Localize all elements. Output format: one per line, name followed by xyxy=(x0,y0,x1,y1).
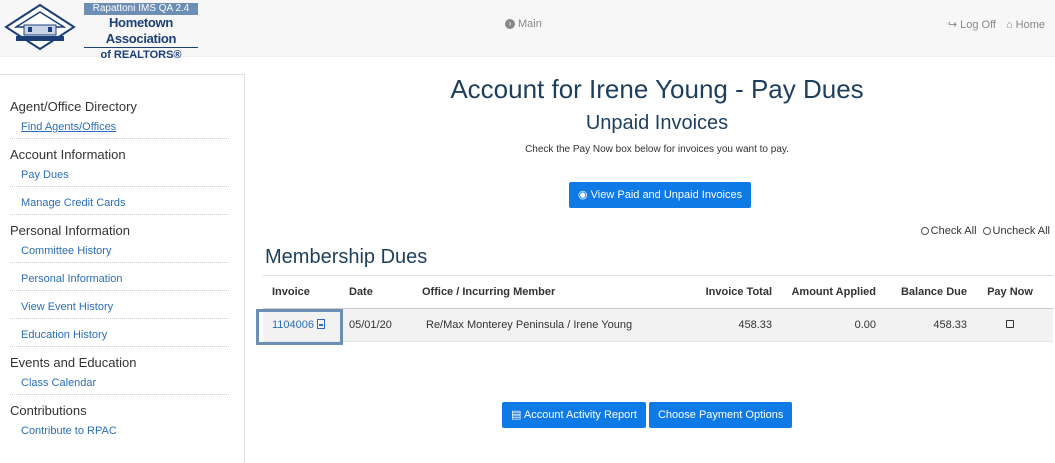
logo[interactable]: Rapattoni IMS QA 2.4 Hometown Associatio… xyxy=(4,3,198,61)
home-link[interactable]: ⌂ Home xyxy=(1006,18,1045,31)
invoice-date: 05/01/20 xyxy=(349,319,392,331)
header: Rapattoni IMS QA 2.4 Hometown Associatio… xyxy=(0,0,1055,61)
table-header: Invoice Date Office / Incurring Member I… xyxy=(263,275,1053,309)
invoice-total: 458.33 xyxy=(738,319,772,331)
sidebar: Agent/Office Directory Find Agents/Offic… xyxy=(0,74,245,463)
radio-icon xyxy=(982,227,991,235)
col-amount-applied: Amount Applied xyxy=(791,286,876,298)
invoice-highlight-box xyxy=(256,309,343,345)
balance-due: 458.33 xyxy=(933,319,967,331)
sidebar-item-pay-dues[interactable]: Pay Dues xyxy=(10,165,229,187)
sidebar-item-manage-credit-cards[interactable]: Manage Credit Cards xyxy=(10,193,229,215)
sidebar-item-committee-history[interactable]: Committee History xyxy=(10,241,229,263)
arrow-circle-icon: › xyxy=(505,19,515,29)
sidebar-section-title: Contributions xyxy=(10,403,87,418)
home-icon: ⌂ xyxy=(1006,18,1013,31)
sidebar-item-find-agents[interactable]: Find Agents/Offices xyxy=(10,117,229,139)
col-invoice: Invoice xyxy=(272,286,310,298)
account-activity-report-button[interactable]: ▤ Account Activity Report xyxy=(502,402,646,428)
pay-now-checkbox[interactable] xyxy=(1006,320,1014,328)
sidebar-section-title: Events and Education xyxy=(10,355,137,370)
col-pay-now: Pay Now xyxy=(987,286,1033,298)
office-member: Re/Max Monterey Peninsula / Irene Young xyxy=(426,319,633,331)
invoices-table: Invoice Date Office / Incurring Member I… xyxy=(263,275,1053,342)
check-options: Check All Uncheck All xyxy=(920,225,1050,237)
sidebar-item-class-calendar[interactable]: Class Calendar xyxy=(10,373,229,395)
eye-icon: ◉ xyxy=(578,189,588,201)
logo-text: Rapattoni IMS QA 2.4 Hometown Associatio… xyxy=(84,3,198,61)
sidebar-section-title: Personal Information xyxy=(10,223,130,238)
main-content: Account for Irene Young - Pay Dues Unpai… xyxy=(255,70,1055,463)
nav-main-link[interactable]: › Main xyxy=(505,18,542,30)
logoff-link[interactable]: ↪ Log Off xyxy=(947,18,996,32)
logo-name: Hometown Association xyxy=(84,15,198,48)
section-title: Membership Dues xyxy=(265,246,428,268)
pay-now-cell xyxy=(967,319,1053,331)
home-label: Home xyxy=(1015,18,1045,31)
logoff-label: Log Off xyxy=(960,18,996,31)
nav-right: ↪ Log Off ⌂ Home xyxy=(947,18,1045,32)
radio-icon xyxy=(920,227,929,235)
sidebar-item-contribute-rpac[interactable]: Contribute to RPAC xyxy=(10,421,229,443)
choose-payment-options-button[interactable]: Choose Payment Options xyxy=(648,402,793,428)
choose-payment-options-label: Choose Payment Options xyxy=(657,409,784,421)
col-balance-due: Balance Due xyxy=(900,286,967,298)
col-date: Date xyxy=(349,286,373,298)
table-row: 1104006 05/01/20 Re/Max Monterey Peninsu… xyxy=(263,309,1053,342)
sidebar-item-personal-information[interactable]: Personal Information xyxy=(10,269,229,291)
logoff-icon: ↪ xyxy=(947,19,958,31)
check-all-option[interactable]: Check All xyxy=(920,225,977,237)
logo-version: Rapattoni IMS QA 2.4 xyxy=(84,3,198,15)
instructions: Check the Pay Now box below for invoices… xyxy=(525,144,789,155)
view-invoices-button[interactable]: ◉ View Paid and Unpaid Invoices xyxy=(569,182,752,208)
sidebar-section-title: Agent/Office Directory xyxy=(10,99,137,114)
logo-name-sub: of REALTORS® xyxy=(100,49,182,61)
col-invoice-total: Invoice Total xyxy=(705,286,772,298)
account-activity-report-label: Account Activity Report xyxy=(523,409,637,421)
sidebar-item-education-history[interactable]: Education History xyxy=(10,325,229,347)
amount-applied: 0.00 xyxy=(854,319,876,331)
uncheck-all-option[interactable]: Uncheck All xyxy=(982,225,1050,237)
document-icon: ▤ xyxy=(511,409,522,421)
nav-main-label: Main xyxy=(518,18,542,30)
house-logo-icon xyxy=(4,3,76,51)
view-invoices-label: View Paid and Unpaid Invoices xyxy=(590,189,743,201)
sidebar-item-view-event-history[interactable]: View Event History xyxy=(10,297,229,319)
page-subtitle: Unpaid Invoices xyxy=(585,112,729,134)
col-office-member: Office / Incurring Member xyxy=(422,286,556,298)
sidebar-section-title: Account Information xyxy=(10,147,126,162)
uncheck-all-label: Uncheck All xyxy=(992,225,1050,237)
check-all-label: Check All xyxy=(930,225,977,237)
page-title: Account for Irene Young - Pay Dues xyxy=(450,74,864,104)
action-buttons: ▤ Account Activity Report Choose Payment… xyxy=(502,402,793,428)
